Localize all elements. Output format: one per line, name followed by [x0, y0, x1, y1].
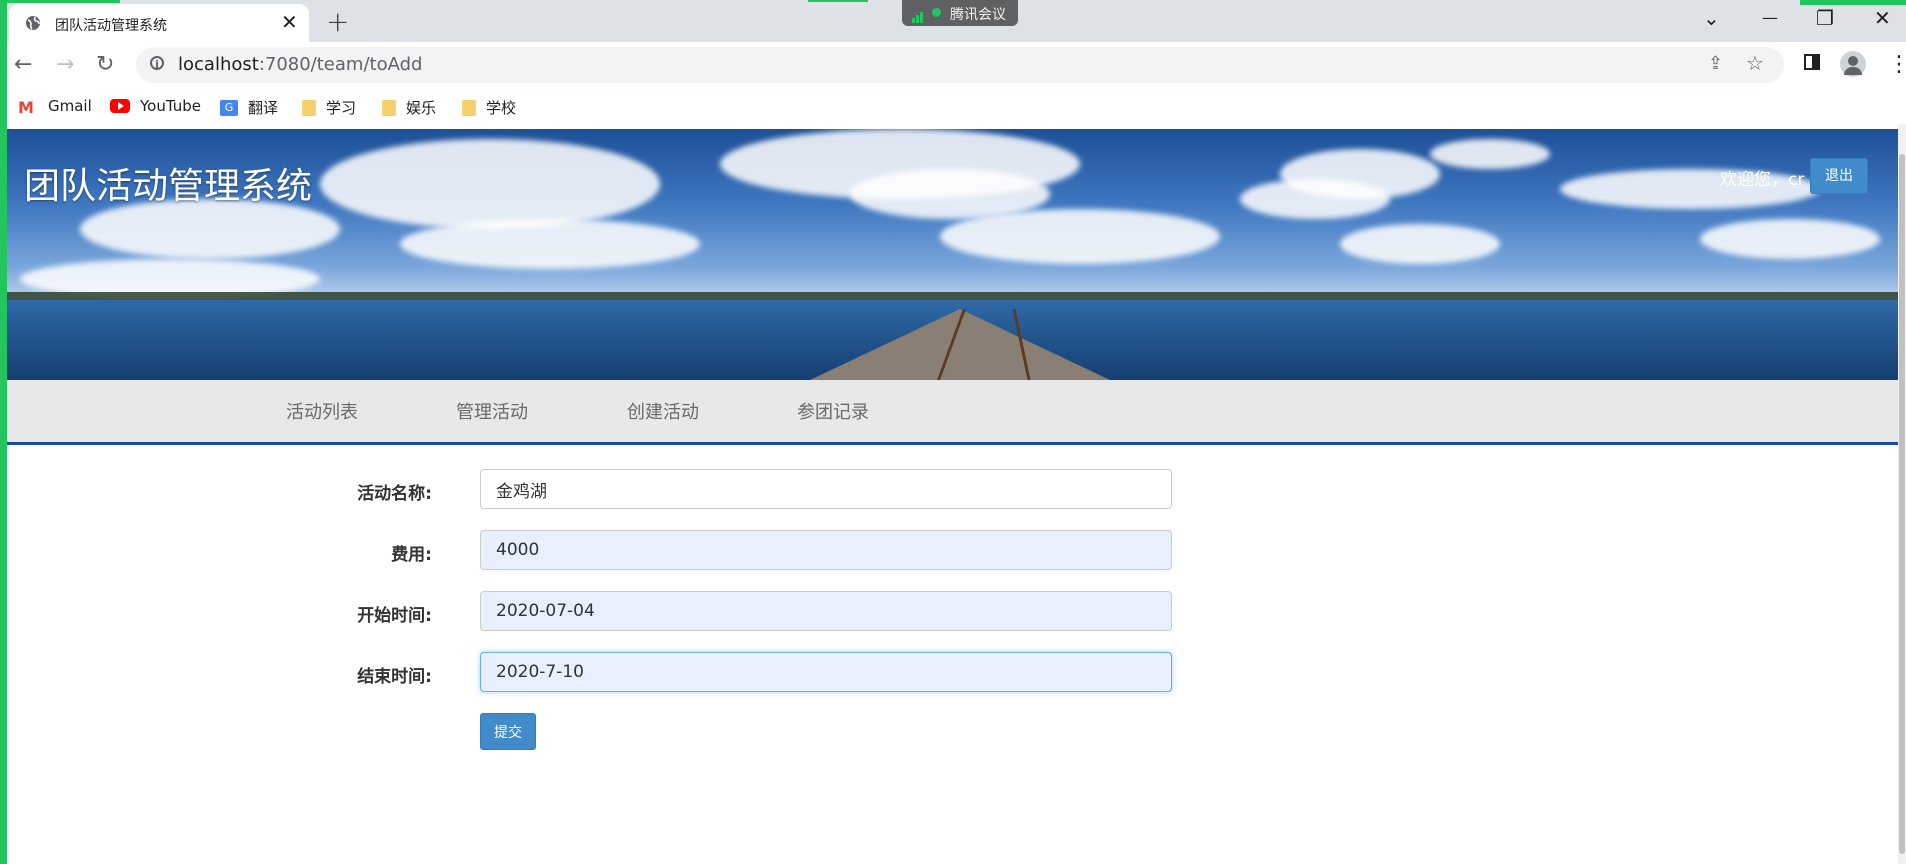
page-scrollbar[interactable]: [1898, 124, 1906, 864]
submit-button[interactable]: 提交: [480, 713, 536, 750]
address-bar-row: ← → ↻ i localhost:7080/team/toAdd ⇪ ☆ ⋮: [0, 42, 1906, 88]
cost-input[interactable]: [480, 530, 1172, 570]
address-bar[interactable]: i localhost:7080/team/toAdd ⇪ ☆: [136, 47, 1784, 83]
banner-cloud: [1430, 139, 1550, 169]
bookmark-label: 学校: [486, 99, 517, 117]
scrollbar-thumb[interactable]: [1899, 154, 1905, 854]
recording-dot-icon: [932, 8, 941, 17]
bookmark-star-icon[interactable]: ☆: [1746, 51, 1764, 75]
activity-name-input[interactable]: [480, 469, 1172, 509]
youtube-icon: [110, 99, 130, 113]
banner-cloud: [320, 139, 660, 229]
bookmark-label: 娱乐: [406, 99, 437, 117]
forward-button[interactable]: →: [56, 52, 74, 77]
end-time-label: 结束时间:: [357, 667, 432, 687]
main-nav: 活动列表 管理活动 创建活动 参团记录: [0, 380, 1898, 445]
meeting-label: 腾讯会议: [950, 7, 1006, 23]
bookmark-folder-school[interactable]: 学校: [462, 97, 516, 118]
cost-label: 费用:: [391, 545, 432, 565]
bookmarks-bar: M Gmail YouTube G 翻译 学习 娱乐 学校: [0, 88, 1906, 124]
logout-button[interactable]: 退出: [1810, 158, 1868, 194]
banner-cloud: [400, 219, 700, 269]
screen-share-border-top: [0, 0, 120, 3]
translate-icon: G: [220, 99, 238, 116]
end-time-input[interactable]: [480, 652, 1172, 692]
share-icon[interactable]: ⇪: [1708, 53, 1723, 74]
banner-cloud: [1280, 149, 1440, 199]
bookmark-gmail[interactable]: M Gmail: [18, 97, 92, 117]
nav-item-join-records[interactable]: 参团记录: [797, 398, 869, 424]
folder-icon: [302, 99, 316, 116]
tab-close-icon[interactable]: ✕: [281, 10, 298, 34]
banner-cloud: [1340, 224, 1500, 264]
screen-share-indicator-right: [1800, 0, 1906, 5]
bookmark-translate[interactable]: G 翻译: [220, 97, 278, 118]
gmail-icon: M: [18, 98, 34, 117]
site-info-icon[interactable]: i: [150, 56, 164, 71]
nav-item-create-activity[interactable]: 创建活动: [627, 398, 699, 424]
start-time-label: 开始时间:: [357, 606, 432, 626]
browser-menu-icon[interactable]: ⋮: [1888, 52, 1906, 77]
signal-icon: [912, 7, 924, 23]
nav-item-manage-activity[interactable]: 管理活动: [456, 398, 528, 424]
start-time-input[interactable]: [480, 591, 1172, 631]
bookmark-label: 翻译: [248, 99, 279, 117]
activity-name-label: 活动名称:: [357, 484, 432, 504]
meeting-indicator[interactable]: 腾讯会议: [902, 0, 1018, 26]
restore-button[interactable]: ❐: [1816, 6, 1834, 30]
welcome-text: 欢迎您，cr: [1720, 170, 1805, 190]
minimize-button[interactable]: —: [1762, 8, 1778, 27]
system-title: 团队活动管理系统: [24, 166, 313, 207]
bookmark-label: Gmail: [48, 97, 92, 115]
url-host: localhost: [178, 54, 259, 75]
screen-share-indicator: [808, 0, 868, 2]
screen-share-border: [0, 0, 7, 864]
globe-icon: [26, 16, 40, 30]
bookmark-label: 学习: [326, 99, 357, 117]
folder-icon: [382, 99, 396, 116]
tab-search-icon[interactable]: ⌄: [1703, 6, 1720, 30]
bookmark-folder-fun[interactable]: 娱乐: [382, 97, 436, 118]
banner-cloud: [1700, 219, 1880, 259]
browser-tab-active[interactable]: 团队活动管理系统 ✕: [9, 4, 309, 42]
reload-button[interactable]: ↻: [96, 52, 114, 77]
bookmark-label: YouTube: [140, 97, 201, 115]
header-banner: 团队活动管理系统 欢迎您，cr 退出: [0, 129, 1898, 380]
banner-treeline: [0, 292, 1898, 300]
url-path: :7080/team/toAdd: [258, 54, 423, 75]
bookmark-folder-study[interactable]: 学习: [302, 97, 356, 118]
side-panel-icon[interactable]: [1804, 54, 1820, 70]
close-window-button[interactable]: ✕: [1874, 6, 1891, 30]
bookmark-youtube[interactable]: YouTube: [110, 97, 201, 115]
new-tab-button[interactable]: +: [326, 5, 349, 38]
tab-title: 团队活动管理系统: [55, 18, 167, 34]
back-button[interactable]: ←: [14, 52, 32, 77]
profile-avatar-icon[interactable]: [1840, 51, 1866, 77]
nav-item-activity-list[interactable]: 活动列表: [286, 398, 358, 424]
folder-icon: [462, 99, 476, 116]
url-text[interactable]: localhost:7080/team/toAdd: [178, 54, 422, 75]
banner-cloud: [940, 209, 1220, 264]
